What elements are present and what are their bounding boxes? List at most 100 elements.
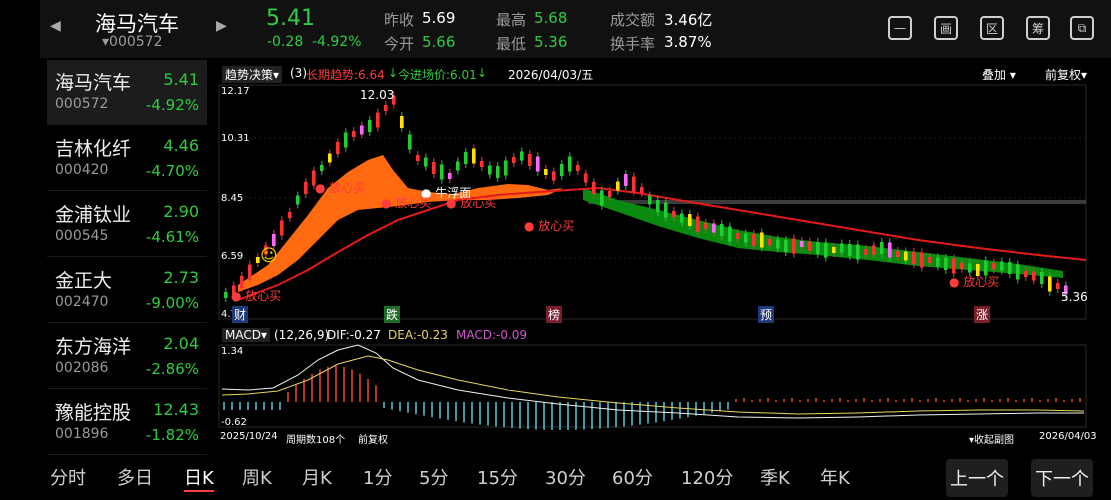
candle [408,134,412,150]
stock-list-price: 5.41 [163,70,199,89]
minus-box-icon[interactable]: — [888,16,912,40]
event-marker-drop[interactable]: 跌 [384,306,401,323]
tab-1min[interactable]: 1分 [363,464,392,490]
event-marker-forecast[interactable]: 预 [758,306,775,323]
region-icon[interactable]: 区 [980,16,1004,40]
tab-weekly-k[interactable]: 周K [242,464,272,490]
macd-select[interactable]: MACD▾ [222,328,271,342]
screen-icon[interactable]: 画 [934,16,958,40]
tab-daily-k[interactable]: 日K [184,464,214,492]
candle [1016,264,1020,280]
buy-signal-text: 放心买 [329,181,366,195]
buy-signal-text: 放心买 [395,196,432,210]
tab-120min[interactable]: 120分 [681,464,733,490]
tab-yearly-k[interactable]: 年K [820,464,850,490]
prev-stock-button[interactable]: 上一个 [946,459,1008,497]
candle [448,173,452,179]
candle [576,165,580,171]
candle [336,142,340,154]
event-marker-finance[interactable]: 财 [232,306,249,323]
buy-signal: ● 放心买 [381,196,432,210]
candle [736,233,740,239]
stock-list-pct: -4.61% [145,228,199,246]
stock-list-name: 东方海洋 [55,336,132,358]
stock-list-code: 000420 [55,162,109,178]
macd-value: MACD:-0.09 [456,328,528,342]
stock-list-pct: -1.82% [145,426,199,444]
tab-multiday[interactable]: 多日 [117,464,153,490]
candle [912,252,916,264]
tab-15min[interactable]: 15分 [477,464,518,490]
candle [296,195,300,205]
candle [944,258,948,270]
tab-monthly-k[interactable]: 月K [302,464,332,490]
kline-chart-area[interactable]: 趋势决策▾ (3) 长期趋势:6.64 ↓ 今进场价:6.01 ↓ 2026/0… [218,60,1111,460]
stock-list-item[interactable]: 豫能控股 001896 12.43 -1.82% [47,390,207,455]
candle [328,153,332,163]
stock-list-item[interactable]: 金正大 002470 2.73 -9.00% [47,258,207,323]
candle [1000,261,1004,271]
macd-name: MACD [225,328,261,342]
candle [472,148,476,164]
event-marker-rank[interactable]: 榜 [546,306,563,323]
candle [416,155,420,161]
candle [992,263,996,269]
candle [304,182,308,194]
candle [616,181,620,191]
stock-list-name: 海马汽车 [55,72,132,94]
candle [432,162,436,174]
tab-intraday[interactable]: 分时 [50,464,86,490]
candle [496,166,500,178]
stock-list-price: 2.90 [163,202,199,221]
next-stock-arrow-icon[interactable]: ▶ [216,18,227,34]
stock-code: ▾000572 [102,34,163,50]
candle [904,251,908,261]
chip-icon[interactable]: 筹 [1026,16,1050,40]
stock-list-pct: -4.92% [145,96,199,114]
volume-label: 成交额 [610,11,656,29]
candle [488,165,492,175]
candle [960,263,964,269]
buy-signal: ● 放心买 [315,181,366,195]
event-marker-rise[interactable]: 涨 [974,306,991,323]
buy-signal: ● 放心买 [231,289,282,303]
macd-param: (12,26,9) [274,328,330,342]
candle [440,164,444,180]
stock-list-item[interactable]: 吉林化纤 000420 4.46 -4.70% [47,126,207,191]
collapse-subchart-button[interactable]: ▾收起副图 [969,431,1014,446]
stock-list-name: 金正大 [55,270,113,292]
device-icon[interactable]: ⧉ [1070,16,1094,40]
buy-signal-text: 放心买 [538,219,575,233]
high-label: 最高 [496,11,527,29]
tab-5min[interactable]: 5分 [419,464,448,490]
stock-list-item[interactable]: 东方海洋 002086 2.04 -2.86% [47,324,207,389]
candle [1008,262,1012,274]
candle [848,244,852,256]
candle [776,239,780,249]
macd-dea: DEA:-0.23 [388,328,448,342]
stock-list-item[interactable]: 海马汽车 000572 5.41 -4.92% [47,60,207,125]
price-axis-label: 12.17 [221,86,250,97]
stock-list-pct: -9.00% [145,294,199,312]
stock-list-name: 吉林化纤 [55,138,132,160]
tab-30min[interactable]: 30分 [545,464,586,490]
candle [1040,272,1044,284]
candle [568,156,572,172]
current-price: 5.41 [266,6,315,31]
candle [792,238,796,254]
candle [400,116,404,128]
trend-band-orange [238,155,563,292]
kline-svg [218,84,1087,430]
quote-header: ◀ 海马汽车 ▾000572 ▶ 5.41 -0.28 -4.92% 昨收 5.… [40,0,1111,58]
stock-list: 海马汽车 000572 5.41 -4.92% 吉林化纤 000420 4.46… [47,60,207,460]
smile-icon: ☺ [260,246,278,266]
next-stock-button[interactable]: 下一个 [1031,459,1093,497]
prev-stock-arrow-icon[interactable]: ◀ [50,18,61,34]
tab-quarterly-k[interactable]: 季K [760,464,790,490]
candle [840,243,844,253]
stock-list-item[interactable]: 金浦钛业 000545 2.90 -4.61% [47,192,207,257]
price-axis-label: 6.59 [221,251,244,262]
low-price-label: 5.36 [1061,290,1088,304]
start-date: 2025/10/24 [220,431,278,442]
tab-60min[interactable]: 60分 [612,464,653,490]
